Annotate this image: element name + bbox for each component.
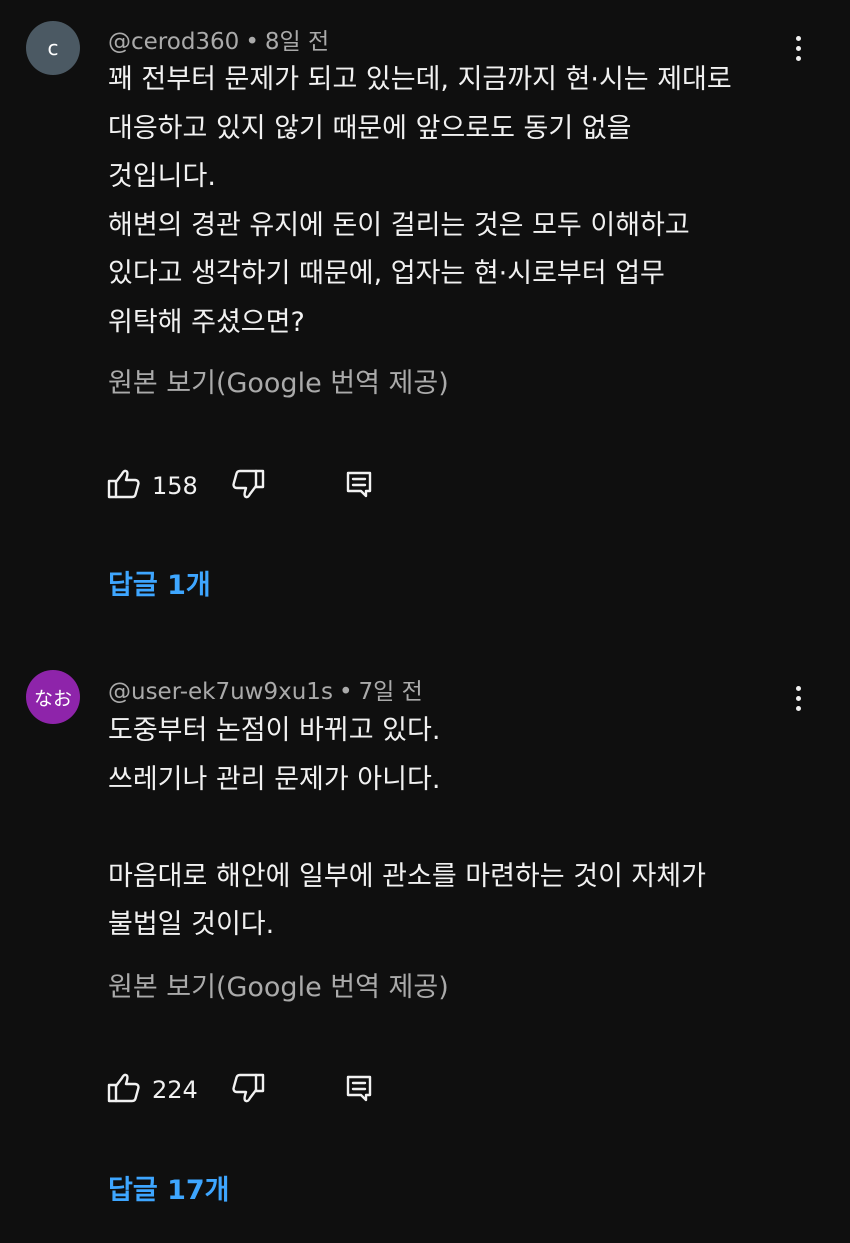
comment-time[interactable]: 8일 전 [265,29,329,55]
avatar[interactable]: c [26,21,80,75]
comment-text: 꽤 전부터 문제가 되고 있는데, 지금까지 현·시는 제대로 대응하고 있지 … [108,64,732,338]
like-button[interactable]: 158 [106,468,198,504]
author-name[interactable]: @user-ek7uw9xu1s [108,679,333,705]
meta-separator: • [245,29,259,55]
dislike-button[interactable] [230,1072,266,1108]
thumbs-up-icon [106,1070,142,1110]
comment-actions: 224 [106,1072,406,1108]
dislike-button[interactable] [230,468,266,504]
reply-button[interactable] [344,1072,374,1108]
comment-actions: 158 [106,468,406,504]
thumbs-up-icon [106,466,142,506]
thumbs-down-icon [230,1070,266,1110]
comment-text: 도중부터 논점이 바뀌고 있다. 쓰레기나 관리 문제가 아니다. 마음대로 해… [108,715,706,940]
view-replies-link[interactable]: 답글 1개 [108,563,211,602]
see-original-link[interactable]: 원본 보기(Google 번역 제공) [108,361,449,400]
reply-icon [344,469,374,503]
reply-icon [344,1073,374,1107]
like-count: 224 [152,1076,198,1104]
thumbs-down-icon [230,466,266,506]
comment-meta: @user-ek7uw9xu1s • 7일 전 [108,672,423,706]
like-button[interactable]: 224 [106,1072,198,1108]
meta-separator: • [338,679,353,705]
like-count: 158 [152,472,198,500]
view-replies-link[interactable]: 답글 17개 [108,1168,230,1207]
avatar[interactable]: なお [26,670,80,724]
avatar-initial: なお [33,687,72,710]
comment-meta: @cerod360 • 8일 전 [108,22,329,56]
comment-time[interactable]: 7일 전 [359,679,423,705]
reply-button[interactable] [344,468,374,504]
avatar-initial: c [47,36,59,60]
author-name[interactable]: @cerod360 [108,29,239,55]
see-original-link[interactable]: 원본 보기(Google 번역 제공) [108,965,449,1004]
